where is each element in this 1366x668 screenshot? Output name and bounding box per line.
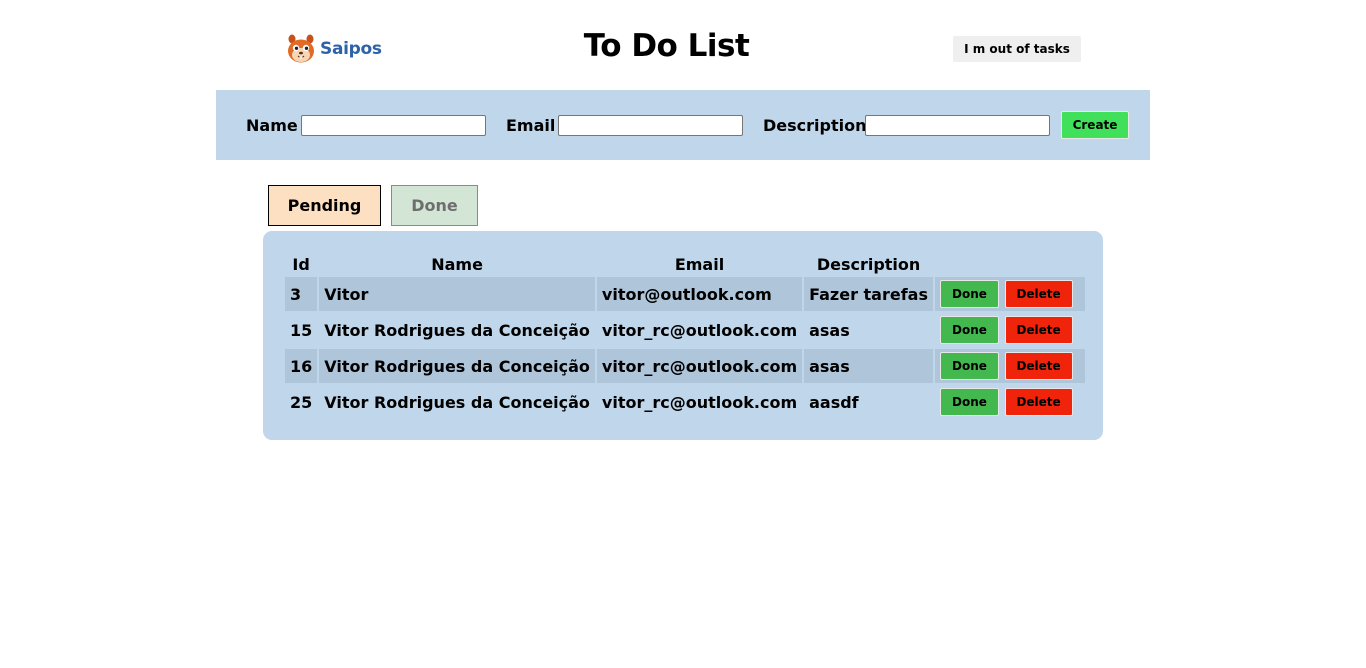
task-table-panel: Id Name Email Description 3 Vitor vitor@… xyxy=(263,231,1103,440)
email-input[interactable] xyxy=(558,115,743,136)
description-input[interactable] xyxy=(865,115,1050,136)
cell-description: asas xyxy=(804,349,933,383)
cell-description: asas xyxy=(809,320,850,340)
email-label: Email xyxy=(506,116,556,135)
header-id: Id xyxy=(292,254,310,274)
delete-button[interactable]: Delete xyxy=(1004,316,1073,344)
cell-email: vitor_rc@outlook.com xyxy=(601,320,798,340)
table-row: 15 Vitor Rodrigues da Conceição vitor_rc… xyxy=(285,313,1085,347)
task-table: Id Name Email Description 3 Vitor vitor@… xyxy=(283,251,1087,421)
mark-done-button[interactable]: Done xyxy=(940,316,999,344)
delete-button[interactable]: Delete xyxy=(1004,280,1073,308)
cell-name: Vitor Rodrigues da Conceição xyxy=(319,349,595,383)
cell-description: aasdf xyxy=(809,392,859,412)
cell-id: 15 xyxy=(290,320,313,340)
delete-button[interactable]: Delete xyxy=(1004,352,1073,380)
cell-actions: Done Delete xyxy=(935,277,1085,311)
cell-id: 3 xyxy=(285,277,318,311)
table-header-row: Id Name Email Description xyxy=(285,253,1085,275)
cell-actions: Done Delete xyxy=(935,313,1085,347)
cell-email: vitor_rc@outlook.com xyxy=(596,349,803,383)
mark-done-button[interactable]: Done xyxy=(940,352,999,380)
cell-name: Vitor Rodrigues da Conceição xyxy=(324,392,590,412)
cell-email: vitor@outlook.com xyxy=(596,277,803,311)
header-name: Name xyxy=(431,254,483,274)
table-row: 25 Vitor Rodrigues da Conceição vitor_rc… xyxy=(285,385,1085,419)
cell-id: 16 xyxy=(285,349,318,383)
cell-id: 25 xyxy=(290,392,313,412)
cell-description: Fazer tarefas xyxy=(804,277,933,311)
mark-done-button[interactable]: Done xyxy=(940,388,999,416)
table-row: 3 Vitor vitor@outlook.com Fazer tarefas … xyxy=(285,277,1085,311)
name-input[interactable] xyxy=(301,115,486,136)
page-title: To Do List xyxy=(583,28,750,64)
cell-actions: Done Delete xyxy=(935,349,1085,383)
cell-email: vitor_rc@outlook.com xyxy=(601,392,798,412)
create-task-form: Name Email Description Create xyxy=(216,90,1150,160)
cell-actions: Done Delete xyxy=(935,385,1085,419)
mark-done-button[interactable]: Done xyxy=(940,280,999,308)
out-of-tasks-button[interactable]: I m out of tasks xyxy=(953,36,1081,62)
header-description: Description xyxy=(816,254,921,274)
cell-name: Vitor Rodrigues da Conceição xyxy=(324,320,590,340)
create-button[interactable]: Create xyxy=(1061,111,1129,139)
todo-page: Saipos To Do List I m out of tasks Name … xyxy=(0,0,1366,668)
header-email: Email xyxy=(674,254,725,274)
tab-done[interactable]: Done xyxy=(391,185,478,226)
delete-button[interactable]: Delete xyxy=(1004,388,1073,416)
name-label: Name xyxy=(246,116,298,135)
table-row: 16 Vitor Rodrigues da Conceição vitor_rc… xyxy=(285,349,1085,383)
description-label: Description xyxy=(763,116,867,135)
header-actions xyxy=(935,253,1085,275)
cell-name: Vitor xyxy=(319,277,595,311)
tab-pending[interactable]: Pending xyxy=(268,185,381,226)
